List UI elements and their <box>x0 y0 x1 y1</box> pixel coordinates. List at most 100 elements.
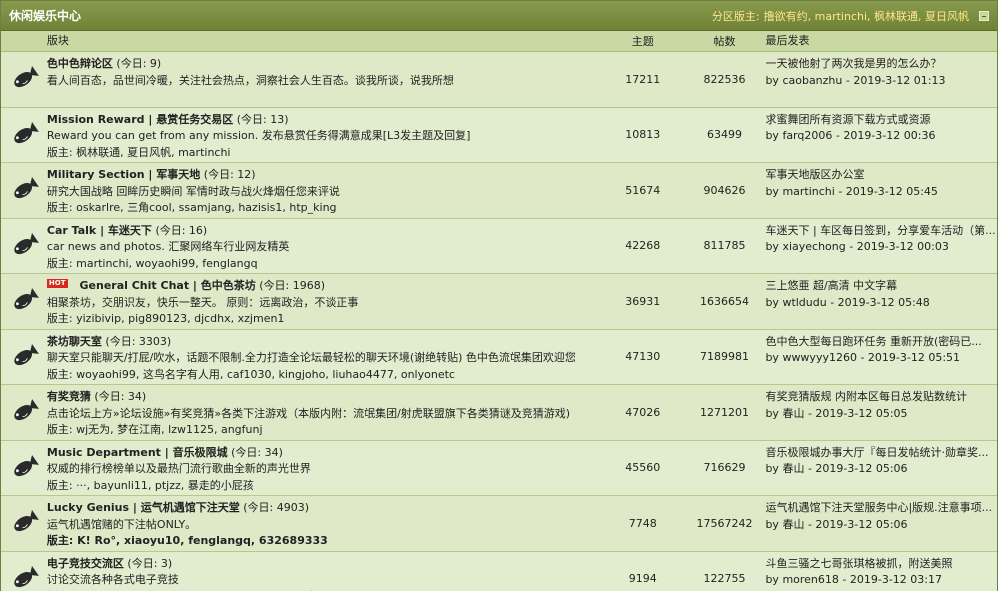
col-forum: 版块 <box>46 33 69 47</box>
forum-description: 看人间百态，品世间冷暖，关注社会热点，洞察社会人生百态。谈我所谈，说我所想 <box>46 73 454 87</box>
last-post-meta[interactable]: by moren618 - 2019-3-12 03:17 <box>765 572 997 589</box>
forum-list: 色中色辩论区 (今日: 9) 看人间百态，品世间冷暖，关注社会热点，洞察社会人生… <box>1 52 997 591</box>
forum-today-count: (今日: 16) <box>155 223 208 237</box>
forum-topics-count: 17211 <box>625 72 661 86</box>
forum-posts-count: 1636654 <box>700 294 750 308</box>
forum-today-count: (今日: 34) <box>231 445 283 459</box>
forum-today-count: (今日: 12) <box>203 168 256 181</box>
forum-status-icon[interactable] <box>1 330 47 385</box>
forum-today-count: (今日: 1968) <box>259 279 326 292</box>
last-post-title[interactable]: 运气机遇馆下注天堂服务中心|版规.注意事项... <box>765 500 997 517</box>
forum-description: 权威的排行榜榜单以及最热门流行歌曲全新的声光世界 <box>46 462 311 475</box>
forum-moderators[interactable]: 版主: wj无为, 梦在江南, lzw1125, angfunj <box>47 422 602 439</box>
last-post-meta[interactable]: by wtldudu - 2019-3-12 05:48 <box>765 295 997 312</box>
forum-posts-count: 904626 <box>703 183 746 197</box>
forum-name[interactable]: General Chit Chat | 色中色茶坊 <box>80 279 256 292</box>
forum-moderators[interactable]: 版主: woyaohi99, 这鸟名字有人用, caf1030, kingjoh… <box>47 367 602 384</box>
forum-topics-count: 51674 <box>625 183 661 197</box>
forum-today-count: (今日: 9) <box>116 57 162 70</box>
forum-moderators[interactable]: 版主: martinchi, woyaohi99, fenglangq <box>47 256 602 273</box>
forum-today-count: (今日: 3303) <box>105 334 172 348</box>
last-post-meta[interactable]: by farq2006 - 2019-3-12 00:36 <box>765 128 997 145</box>
forum-description: Reward you can get from any mission. 发布悬… <box>46 129 471 142</box>
last-post-meta[interactable]: by xiayechong - 2019-3-12 00:03 <box>765 239 997 256</box>
forum-name[interactable]: 茶坊聊天室 <box>47 335 102 348</box>
forum-row: Mission Reward | 悬赏任务交易区 (今日: 13) Reward… <box>1 107 997 163</box>
forum-status-icon[interactable] <box>1 552 47 591</box>
forum-name[interactable]: Lucky Genius | 运气机遇馆下注天堂 <box>47 501 240 514</box>
forum-name[interactable]: Mission Reward | 悬赏任务交易区 <box>47 113 233 126</box>
forum-description: 研究大国战略 回眸历史瞬间 军情时政与战火烽烟任您来评说 <box>46 184 340 198</box>
forum-topics-count: 42268 <box>625 239 661 253</box>
last-post-meta[interactable]: by 春山 - 2019-3-12 05:06 <box>765 517 997 534</box>
forum-today-count: (今日: 34) <box>94 390 147 403</box>
forum-today-count: (今日: 4903) <box>243 501 310 514</box>
forum-row: 有奖竞猜 (今日: 34) 点击论坛上方»论坛设施»有奖竞猜»各类下注游戏（本版… <box>1 385 997 441</box>
forum-status-icon[interactable] <box>1 274 47 329</box>
last-post-title[interactable]: 有奖竞猜版规 内附本区每日总发贴数统计 <box>765 389 997 406</box>
forum-status-icon[interactable] <box>1 219 47 274</box>
forum-moderators[interactable]: 版主: K! Ro°, xiaoyu10, fenglangq, 6326893… <box>47 533 602 550</box>
last-post-meta[interactable]: by 春山 - 2019-3-12 05:05 <box>765 406 997 423</box>
forum-row: HOT General Chit Chat | 色中色茶坊 (今日: 1968) … <box>1 274 997 330</box>
col-topics: 主题 <box>631 35 654 48</box>
forum-row: 茶坊聊天室 (今日: 3303) 聊天室只能聊天/打屁/吹水，话题不限制.全力打… <box>1 329 997 385</box>
forum-name[interactable]: 有奖竞猜 <box>47 390 91 403</box>
forum-description: 讨论交流各种各式电子竞技 <box>46 573 179 586</box>
forum-description: 聊天室只能聊天/打屁/吹水，话题不限制.全力打造全论坛最轻松的聊天环境(谢绝转贴… <box>46 351 576 364</box>
forum-name[interactable]: Music Department | 音乐极限城 <box>47 446 228 459</box>
forum-row: 电子竞技交流区 (今日: 3) 讨论交流各种各式电子竞技 版主: vincent… <box>1 551 997 591</box>
last-post-meta[interactable]: by martinchi - 2019-3-12 05:45 <box>765 184 997 201</box>
forum-description: car news and photos. 汇聚网络车行业网友精英 <box>46 240 290 253</box>
last-post-title[interactable]: 军事天地版区办公室 <box>765 167 997 184</box>
forum-moderators[interactable]: 版主: yizibivip, pig890123, djcdhx, xzjmen… <box>47 311 602 328</box>
forum-status-icon[interactable] <box>1 52 47 107</box>
forum-description: 相聚茶坊，交朋识友，快乐一整天。 原则：远离政治，不谈正事 <box>46 295 359 309</box>
last-post-title[interactable]: 求蜜舞团所有资源下载方式或资源 <box>765 112 997 129</box>
forum-status-icon[interactable] <box>1 496 47 551</box>
forum-topics-count: 7748 <box>628 516 657 530</box>
last-post-title[interactable]: 音乐极限城办事大厅『每日发帖统计·勋章奖... <box>765 445 997 462</box>
last-post-meta[interactable]: by wwwyyy1260 - 2019-3-12 05:51 <box>765 350 997 367</box>
last-post-title[interactable]: 车迷天下 | 车区每日签到，分享爱车活动（第... <box>765 223 997 240</box>
forum-today-count: (今日: 3) <box>127 556 173 570</box>
forum-category: 休闲娱乐中心 分区版主: 撸欲有约, martinchi, 枫林联通, 夏日风帆… <box>0 0 998 591</box>
forum-posts-count: 17567242 <box>696 516 753 530</box>
last-post-title[interactable]: 三上悠亜 超/高清 中文字幕 <box>765 278 997 295</box>
column-header: 版块 主题 帖数 最后发表 <box>1 31 997 52</box>
forum-moderators[interactable]: 版主: ···, bayunli11, ptjzz, 暴走的小屁孩 <box>47 478 602 495</box>
forum-name[interactable]: Car Talk | 车迷天下 <box>47 224 152 237</box>
forum-topics-count: 47026 <box>625 405 661 419</box>
forum-today-count: (今日: 13) <box>236 112 289 126</box>
forum-posts-count: 1271201 <box>700 405 750 419</box>
category-moderators: 分区版主: 撸欲有约, martinchi, 枫林联通, 夏日风帆 <box>712 8 989 24</box>
forum-posts-count: 716629 <box>703 461 746 475</box>
forum-status-icon[interactable] <box>1 441 47 496</box>
last-post-title[interactable]: 色中色大型每日跑环任务 重新开放(密码已... <box>765 334 997 351</box>
forum-topics-count: 47130 <box>625 350 661 364</box>
forum-row: Lucky Genius | 运气机遇馆下注天堂 (今日: 4903) 运气机遇… <box>1 496 997 552</box>
last-post-meta[interactable]: by 春山 - 2019-3-12 05:06 <box>765 461 997 478</box>
forum-posts-count: 122755 <box>703 572 746 586</box>
forum-moderators[interactable]: 版主: oskarlre, 三角cool, ssamjang, hazisis1… <box>47 200 602 217</box>
category-header: 休闲娱乐中心 分区版主: 撸欲有约, martinchi, 枫林联通, 夏日风帆 <box>1 1 997 31</box>
forum-name[interactable]: 色中色辩论区 <box>47 57 113 70</box>
last-post-title[interactable]: 斗鱼三骚之七哥张琪格被抓，附送美照 <box>765 556 997 573</box>
forum-row: Car Talk | 车迷天下 (今日: 16) car news and ph… <box>1 218 997 274</box>
collapse-icon[interactable] <box>979 10 989 21</box>
forum-moderators[interactable]: 版主: 枫林联通, 夏日风帆, martinchi <box>47 145 602 162</box>
forum-row: Military Section | 军事天地 (今日: 12) 研究大国战略 … <box>1 163 997 219</box>
forum-name[interactable]: 电子竞技交流区 <box>47 557 124 570</box>
col-posts: 帖数 <box>713 35 736 48</box>
col-last-post: 最后发表 <box>765 33 810 47</box>
last-post-title[interactable]: 一天被他射了两次我是男的怎么办？ <box>765 56 997 73</box>
forum-status-icon[interactable] <box>1 163 47 218</box>
last-post-meta[interactable]: by caobanzhu - 2019-3-12 01:13 <box>765 73 997 90</box>
forum-status-icon[interactable] <box>1 108 47 163</box>
category-title[interactable]: 休闲娱乐中心 <box>9 7 81 24</box>
forum-status-icon[interactable] <box>1 385 47 440</box>
forum-topics-count: 36931 <box>625 294 661 308</box>
category-mods-list[interactable]: 撸欲有约, martinchi, 枫林联通, 夏日风帆 <box>764 8 969 24</box>
forum-name[interactable]: Military Section | 军事天地 <box>47 168 200 181</box>
forum-posts-count: 63499 <box>707 128 743 142</box>
